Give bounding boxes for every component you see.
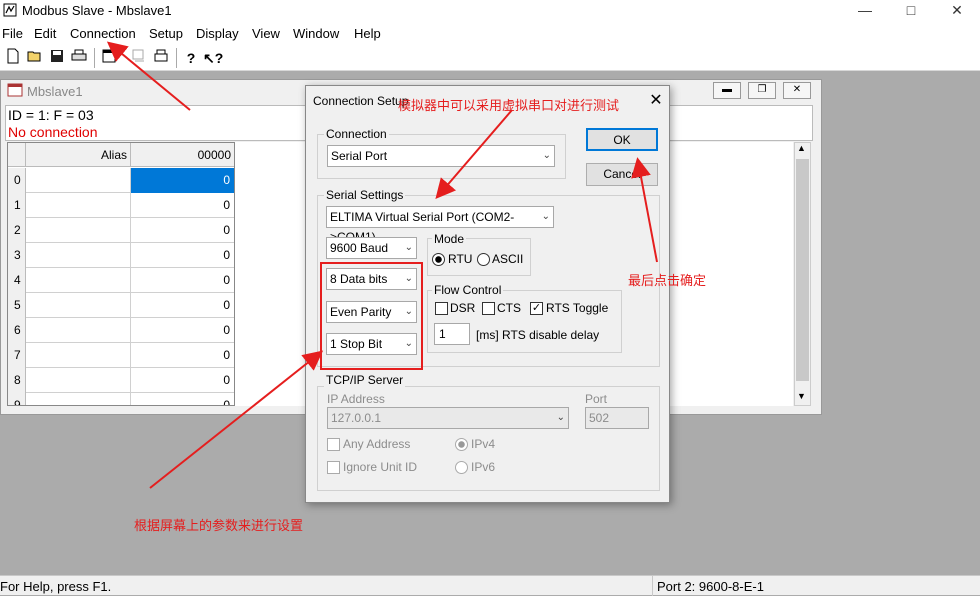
annotation-virtual-port: 模拟器中可以采用虚拟串口对进行测试 (398, 98, 620, 113)
annotation-click-ok: 最后点击确定 (628, 273, 707, 288)
status-bar: For Help, press F1. Port 2: 9600-8-E-1 (0, 575, 980, 596)
status-help-text: For Help, press F1. (0, 579, 112, 594)
arrow-to-serial-params (149, 350, 324, 489)
status-divider (652, 576, 653, 596)
annotation-set-params: 根据屏幕上的参数来进行设置 (134, 518, 304, 533)
arrow-to-serial-port (435, 109, 513, 200)
status-port-info: Port 2: 9600-8-E-1 (657, 579, 764, 594)
arrow-to-ok-button (631, 157, 658, 263)
arrow-to-connection-menu (106, 41, 191, 111)
annotation-arrows (106, 41, 658, 489)
